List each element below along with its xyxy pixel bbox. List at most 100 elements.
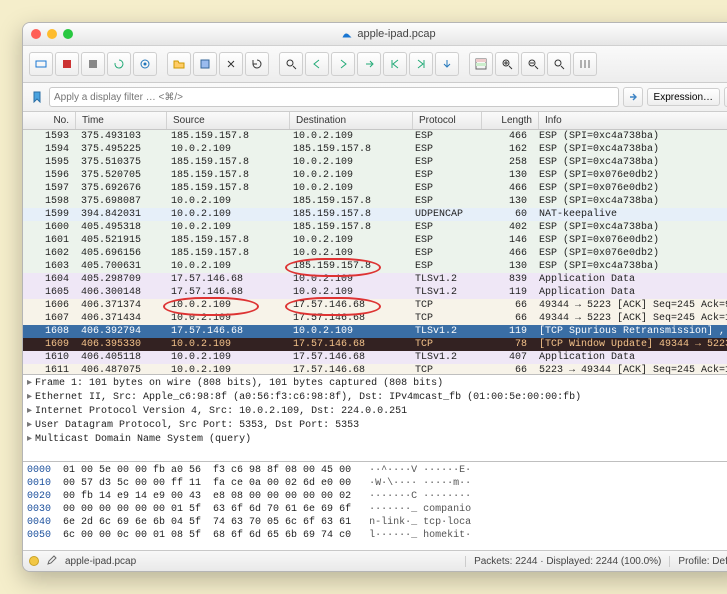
- minimize-icon[interactable]: [47, 29, 57, 39]
- find-button[interactable]: [279, 52, 303, 76]
- col-src[interactable]: Source: [167, 112, 290, 129]
- hex-row[interactable]: 0050 6c 00 00 0c 00 01 08 5f 68 6f 6d 65…: [27, 529, 727, 542]
- start-capture-button[interactable]: [55, 52, 79, 76]
- restart-capture-button[interactable]: [107, 52, 131, 76]
- expression-button[interactable]: Expression…: [647, 88, 720, 106]
- proto-tree-item[interactable]: ▸Frame 1: 101 bytes on wire (808 bits), …: [27, 377, 727, 391]
- expert-info-icon[interactable]: [29, 556, 39, 566]
- packet-row[interactable]: 1605406.30014817.57.146.6810.0.2.109TLSv…: [23, 286, 727, 299]
- next-packet-button[interactable]: [331, 52, 355, 76]
- disclosure-triangle-icon[interactable]: ▸: [27, 406, 32, 417]
- cell: ESP: [409, 130, 477, 143]
- disclosure-triangle-icon[interactable]: ▸: [27, 434, 32, 445]
- bookmark-icon[interactable]: [29, 89, 45, 105]
- cell: 185.159.157.8: [165, 156, 287, 169]
- proto-tree-item[interactable]: ▸User Datagram Protocol, Src Port: 5353,…: [27, 419, 727, 433]
- proto-tree-item[interactable]: ▸Multicast Domain Name System (query): [27, 433, 727, 447]
- status-profile[interactable]: Profile: Default: [669, 556, 727, 567]
- col-info[interactable]: Info: [539, 112, 727, 129]
- zoom-in-button[interactable]: [495, 52, 519, 76]
- disclosure-triangle-icon[interactable]: ▸: [27, 378, 32, 389]
- close-file-button[interactable]: [219, 52, 243, 76]
- cell: 185.159.157.8: [165, 169, 287, 182]
- packet-row[interactable]: 1610406.40511810.0.2.10917.57.146.68TLSv…: [23, 351, 727, 364]
- proto-tree-item[interactable]: ▸Internet Protocol Version 4, Src: 10.0.…: [27, 405, 727, 419]
- packet-details-pane[interactable]: ▸Frame 1: 101 bytes on wire (808 bits), …: [23, 375, 727, 462]
- packet-row[interactable]: 1611406.48707510.0.2.10917.57.146.68TCP6…: [23, 364, 727, 374]
- proto-tree-item[interactable]: ▸Ethernet II, Src: Apple_c6:98:8f (a0:56…: [27, 391, 727, 405]
- col-time[interactable]: Time: [76, 112, 167, 129]
- cell: 185.159.157.8: [287, 260, 409, 273]
- cell: 119: [477, 325, 533, 338]
- cell: ESP (SPI=0x076e0db2): [533, 169, 727, 182]
- resize-columns-button[interactable]: [573, 52, 597, 76]
- col-proto[interactable]: Protocol: [413, 112, 482, 129]
- colorize-button[interactable]: [469, 52, 493, 76]
- packet-row[interactable]: 1600405.49531810.0.2.109185.159.157.8ESP…: [23, 221, 727, 234]
- col-no[interactable]: No.: [23, 112, 76, 129]
- cell: 1605: [23, 286, 75, 299]
- hex-row[interactable]: 0030 00 00 00 00 00 00 01 5f 63 6f 6d 70…: [27, 503, 727, 516]
- hex-row[interactable]: 0000 01 00 5e 00 00 fb a0 56 f3 c6 98 8f…: [27, 464, 727, 477]
- close-icon[interactable]: [31, 29, 41, 39]
- status-edit-icon[interactable]: [47, 555, 57, 568]
- zoom-icon[interactable]: [63, 29, 73, 39]
- packet-row[interactable]: 1596375.520705185.159.157.810.0.2.109ESP…: [23, 169, 727, 182]
- cell: 375.692676: [75, 182, 165, 195]
- cell: 406.395330: [75, 338, 165, 351]
- stop-capture-button[interactable]: [81, 52, 105, 76]
- packet-row[interactable]: 1604405.29870917.57.146.6810.0.2.109TLSv…: [23, 273, 727, 286]
- packet-row[interactable]: 1597375.692676185.159.157.810.0.2.109ESP…: [23, 182, 727, 195]
- packet-row[interactable]: 1601405.521915185.159.157.810.0.2.109ESP…: [23, 234, 727, 247]
- open-button[interactable]: [167, 52, 191, 76]
- packet-row[interactable]: 1608406.39279417.57.146.6810.0.2.109TLSv…: [23, 325, 727, 338]
- packet-row[interactable]: 1603405.70063110.0.2.109185.159.157.8ESP…: [23, 260, 727, 273]
- window-controls: [31, 29, 73, 39]
- hex-row[interactable]: 0040 6e 2d 6c 69 6e 6b 04 5f 74 63 70 05…: [27, 516, 727, 529]
- packet-list-header[interactable]: No. Time Source Destination Protocol Len…: [23, 112, 727, 130]
- auto-scroll-button[interactable]: [435, 52, 459, 76]
- cell: 17.57.146.68: [165, 325, 287, 338]
- packet-row[interactable]: 1593375.493103185.159.157.810.0.2.109ESP…: [23, 130, 727, 143]
- hex-row[interactable]: 0020 00 fb 14 e9 14 e9 00 43 e8 08 00 00…: [27, 490, 727, 503]
- cell: 78: [477, 338, 533, 351]
- packet-row[interactable]: 1595375.510375185.159.157.810.0.2.109ESP…: [23, 156, 727, 169]
- options-button[interactable]: [133, 52, 157, 76]
- packet-row[interactable]: 1594375.49522510.0.2.109185.159.157.8ESP…: [23, 143, 727, 156]
- prev-packet-button[interactable]: [305, 52, 329, 76]
- cell: ESP (SPI=0xc4a738ba): [533, 260, 727, 273]
- packet-list-body[interactable]: 1593375.493103185.159.157.810.0.2.109ESP…: [23, 130, 727, 374]
- reload-button[interactable]: [245, 52, 269, 76]
- zoom-reset-button[interactable]: [547, 52, 571, 76]
- cell: 10.0.2.109: [165, 338, 287, 351]
- cell: 375.495225: [75, 143, 165, 156]
- go-to-packet-button[interactable]: [357, 52, 381, 76]
- packet-row[interactable]: 1607406.37143410.0.2.10917.57.146.68TCP6…: [23, 312, 727, 325]
- packet-row[interactable]: 1599394.84203110.0.2.109185.159.157.8UDP…: [23, 208, 727, 221]
- cell: 1597: [23, 182, 75, 195]
- cell: 1604: [23, 273, 75, 286]
- last-packet-button[interactable]: [409, 52, 433, 76]
- cell: 466: [477, 182, 533, 195]
- packet-row[interactable]: 1602405.696156185.159.157.810.0.2.109ESP…: [23, 247, 727, 260]
- display-filter-input[interactable]: [49, 87, 619, 107]
- interfaces-button[interactable]: [29, 52, 53, 76]
- disclosure-triangle-icon[interactable]: ▸: [27, 420, 32, 431]
- packet-row[interactable]: 1606406.37137410.0.2.10917.57.146.68TCP6…: [23, 299, 727, 312]
- packet-row[interactable]: 1609406.39533010.0.2.10917.57.146.68TCP7…: [23, 338, 727, 351]
- col-len[interactable]: Length: [482, 112, 539, 129]
- hex-row[interactable]: 0010 00 57 d3 5c 00 00 ff 11 fa ce 0a 00…: [27, 477, 727, 490]
- zoom-out-button[interactable]: [521, 52, 545, 76]
- first-packet-button[interactable]: [383, 52, 407, 76]
- disclosure-triangle-icon[interactable]: ▸: [27, 392, 32, 403]
- wireshark-icon: [341, 28, 353, 40]
- cell: 130: [477, 260, 533, 273]
- save-button[interactable]: [193, 52, 217, 76]
- packet-row[interactable]: 1598375.69808710.0.2.109185.159.157.8ESP…: [23, 195, 727, 208]
- packet-list-pane[interactable]: No. Time Source Destination Protocol Len…: [23, 112, 727, 375]
- packet-bytes-pane[interactable]: 0000 01 00 5e 00 00 fb a0 56 f3 c6 98 8f…: [23, 462, 727, 550]
- cell: ESP: [409, 247, 477, 260]
- cell: 17.57.146.68: [165, 286, 287, 299]
- filter-apply-button[interactable]: [623, 87, 643, 107]
- col-dst[interactable]: Destination: [290, 112, 413, 129]
